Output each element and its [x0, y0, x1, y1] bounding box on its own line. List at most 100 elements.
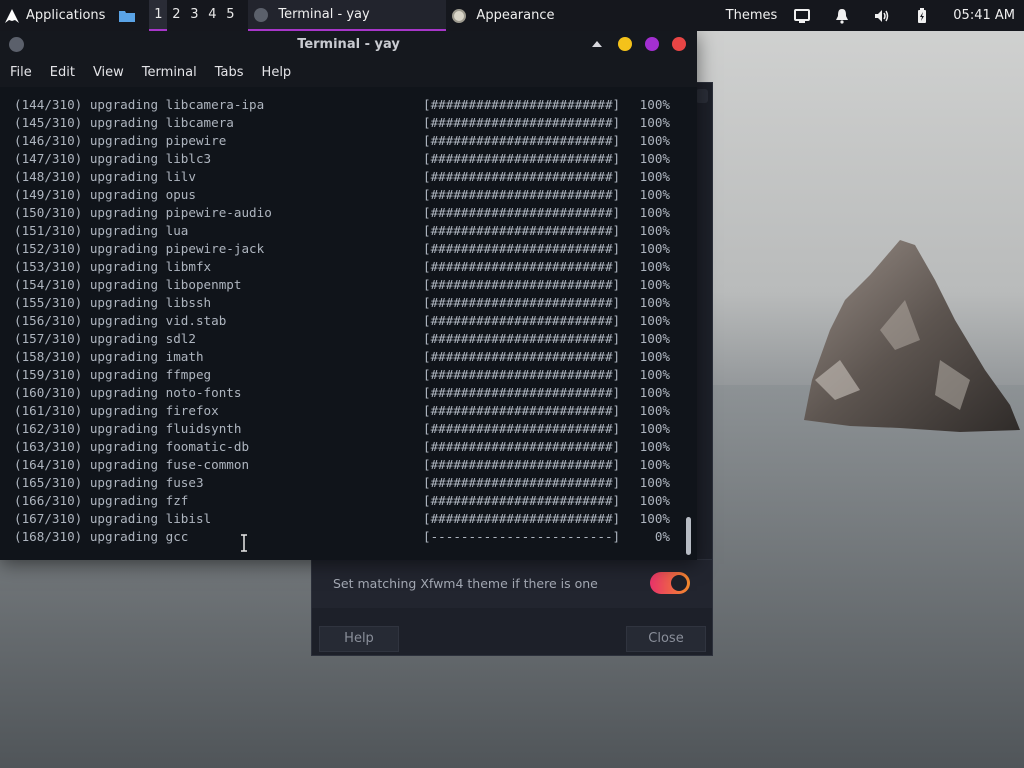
line-text: (156/310) upgrading vid.stab: [14, 313, 227, 328]
clock[interactable]: 05:41 AM: [953, 8, 1015, 23]
terminal-line: (158/310) upgrading imath [##############…: [14, 348, 670, 366]
terminal-line: (168/310) upgrading gcc [----------------…: [14, 528, 670, 546]
terminal-line: (156/310) upgrading vid.stab [###########…: [14, 312, 670, 330]
line-progress-bar: [------------------------]: [423, 529, 621, 544]
line-text: (150/310) upgrading pipewire-audio: [14, 205, 272, 220]
line-percent: 100%: [639, 331, 670, 346]
menu-file[interactable]: File: [10, 65, 32, 80]
terminal-line: (144/310) upgrading libcamera-ipa [######…: [14, 96, 670, 114]
close-window-button[interactable]: [672, 37, 686, 51]
toggle-knob: [671, 575, 687, 591]
line-percent: 100%: [639, 169, 670, 184]
line-percent: 100%: [639, 277, 670, 292]
line-percent: 100%: [639, 295, 670, 310]
menu-edit[interactable]: Edit: [50, 65, 75, 80]
terminal-scrollbar[interactable]: [686, 517, 691, 555]
appearance-task-icon: [452, 8, 467, 23]
line-percent: 100%: [639, 421, 670, 436]
line-percent: 100%: [639, 493, 670, 508]
line-percent: 100%: [639, 241, 670, 256]
volume-icon[interactable]: [873, 7, 891, 25]
line-text: (153/310) upgrading libmfx: [14, 259, 212, 274]
line-text: (145/310) upgrading libcamera: [14, 115, 234, 130]
line-text: (166/310) upgrading fzf: [14, 493, 189, 508]
notification-bell-icon[interactable]: [833, 7, 851, 25]
shade-icon[interactable]: [591, 39, 603, 49]
line-progress-bar: [########################]: [423, 241, 621, 256]
line-text: (160/310) upgrading noto-fonts: [14, 385, 242, 400]
menu-terminal[interactable]: Terminal: [142, 65, 197, 80]
terminal-line: (163/310) upgrading foomatic-db [########…: [14, 438, 670, 456]
maximize-button[interactable]: [645, 37, 659, 51]
terminal-line: (160/310) upgrading noto-fonts [#########…: [14, 384, 670, 402]
line-progress-bar: [########################]: [423, 313, 621, 328]
task-appearance-label: Appearance: [476, 8, 555, 23]
display-icon[interactable]: [793, 7, 811, 25]
menu-help[interactable]: Help: [262, 65, 292, 80]
line-text: (163/310) upgrading foomatic-db: [14, 439, 250, 454]
line-percent: 100%: [639, 133, 670, 148]
workspace-4[interactable]: 4: [203, 0, 221, 31]
line-progress-bar: [########################]: [423, 151, 621, 166]
line-progress-bar: [########################]: [423, 133, 621, 148]
applications-menu[interactable]: Applications: [0, 0, 113, 31]
xfwm-theme-label: Set matching Xfwm4 theme if there is one: [333, 576, 598, 591]
workspace-3[interactable]: 3: [185, 0, 203, 31]
line-percent: 100%: [639, 439, 670, 454]
line-percent: 0%: [654, 529, 670, 544]
terminal-titlebar[interactable]: Terminal - yay: [0, 31, 697, 58]
line-progress-bar: [########################]: [423, 511, 621, 526]
applications-label: Applications: [26, 8, 106, 23]
line-percent: 100%: [639, 457, 670, 472]
workspace-5[interactable]: 5: [221, 0, 239, 31]
terminal-line: (147/310) upgrading liblc3 [#############…: [14, 150, 670, 168]
line-text: (154/310) upgrading libopenmpt: [14, 277, 242, 292]
line-text: (164/310) upgrading fuse-common: [14, 457, 250, 472]
line-percent: 100%: [639, 313, 670, 328]
terminal-line: (159/310) upgrading ffmpeg [#############…: [14, 366, 670, 384]
terminal-line: (167/310) upgrading libisl [#############…: [14, 510, 670, 528]
line-percent: 100%: [639, 259, 670, 274]
terminal-line: (161/310) upgrading firefox [############…: [14, 402, 670, 420]
xfwm-theme-toggle[interactable]: [650, 572, 690, 594]
line-text: (161/310) upgrading firefox: [14, 403, 219, 418]
line-progress-bar: [########################]: [423, 457, 621, 472]
terminal-line: (152/310) upgrading pipewire-jack [######…: [14, 240, 670, 258]
menu-view[interactable]: View: [93, 65, 124, 80]
terminal-output[interactable]: (144/310) upgrading libcamera-ipa [######…: [0, 87, 697, 560]
system-tray: Themes 05:41 AM: [726, 0, 1024, 31]
arch-logo-icon: [5, 8, 19, 23]
line-progress-bar: [########################]: [423, 97, 621, 112]
terminal-line: (164/310) upgrading fuse-common [########…: [14, 456, 670, 474]
line-text: (168/310) upgrading gcc: [14, 529, 189, 544]
line-progress-bar: [########################]: [423, 493, 621, 508]
task-terminal-label: Terminal - yay: [278, 7, 370, 22]
terminal-line: (149/310) upgrading opus [###############…: [14, 186, 670, 204]
line-text: (155/310) upgrading libssh: [14, 295, 212, 310]
line-text: (144/310) upgrading libcamera-ipa: [14, 97, 265, 112]
help-button[interactable]: Help: [319, 626, 399, 652]
terminal-line: (165/310) upgrading fuse3 [##############…: [14, 474, 670, 492]
terminal-line: (150/310) upgrading pipewire-audio [#####…: [14, 204, 670, 222]
line-percent: 100%: [639, 115, 670, 130]
terminal-line: (146/310) upgrading pipewire [###########…: [14, 132, 670, 150]
line-percent: 100%: [639, 367, 670, 382]
terminal-line: (153/310) upgrading libmfx [#############…: [14, 258, 670, 276]
task-terminal[interactable]: Terminal - yay: [248, 0, 447, 31]
terminal-line: (151/310) upgrading lua [################…: [14, 222, 670, 240]
line-percent: 100%: [639, 187, 670, 202]
themes-label[interactable]: Themes: [726, 8, 778, 23]
menu-tabs[interactable]: Tabs: [215, 65, 244, 80]
workspace-2[interactable]: 2: [167, 0, 185, 31]
close-button[interactable]: Close: [626, 626, 706, 652]
folder-icon[interactable]: [119, 10, 136, 22]
battery-charging-icon[interactable]: [913, 7, 931, 25]
line-progress-bar: [########################]: [423, 385, 621, 400]
terminal-line: (162/310) upgrading fluidsynth [#########…: [14, 420, 670, 438]
workspace-1[interactable]: 1: [149, 0, 168, 31]
task-appearance[interactable]: Appearance: [446, 0, 606, 31]
xfwm-theme-row: Set matching Xfwm4 theme if there is one: [312, 559, 712, 608]
terminal-line: (148/310) upgrading lilv [###############…: [14, 168, 670, 186]
line-percent: 100%: [639, 403, 670, 418]
minimize-button[interactable]: [618, 37, 632, 51]
